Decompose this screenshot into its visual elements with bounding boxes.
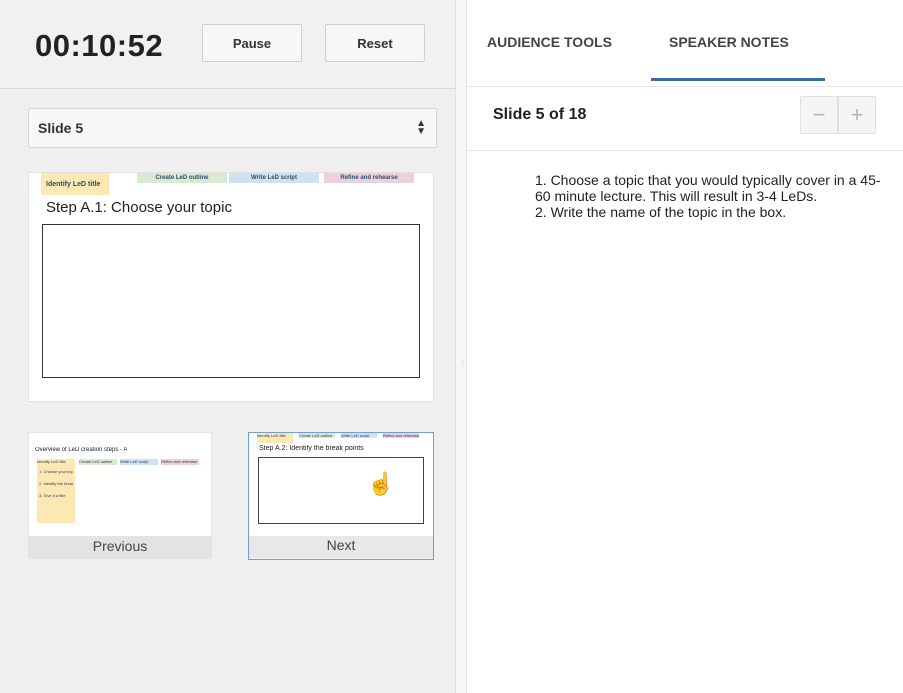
thumb-tag: Write LeD script bbox=[120, 459, 158, 465]
tab-speaker-notes[interactable]: SPEAKER NOTES bbox=[669, 34, 789, 50]
previous-slide-thumbnail[interactable]: Overview of LeD creation steps - A Ident… bbox=[28, 432, 212, 537]
zoom-in-button[interactable]: + bbox=[838, 96, 876, 134]
timer-bar: 00:10:52 Pause Reset bbox=[0, 0, 455, 89]
slide-tag: Create LeD outline bbox=[137, 173, 227, 183]
slide-content-box bbox=[42, 224, 420, 378]
drag-handle-icon: ⋮ bbox=[460, 361, 466, 367]
thumb-tag: Write LeD script bbox=[341, 433, 377, 438]
pause-button[interactable]: Pause bbox=[202, 24, 302, 62]
pane-splitter[interactable]: ⋮ bbox=[455, 0, 467, 693]
thumb-tag: Refine and rehearse bbox=[161, 459, 199, 465]
thumb-tag: Create LeD outline bbox=[299, 433, 335, 438]
slide-select-value: Slide 5 bbox=[38, 120, 84, 136]
reset-button[interactable]: Reset bbox=[325, 24, 425, 62]
presenter-view: 00:10:52 Pause Reset Slide 5 ▲ ▼ Identify… bbox=[0, 0, 903, 693]
thumb-title: Overview of LeD creation steps - A bbox=[35, 447, 128, 453]
thumb-step: Step A.2: Identify the break points bbox=[259, 445, 364, 452]
slide-count: Slide 5 of 18 bbox=[493, 106, 587, 123]
active-tab-indicator bbox=[651, 78, 825, 81]
slide-step-title: Step A.1: Choose your topic bbox=[46, 199, 232, 216]
right-pane: AUDIENCE TOOLS SPEAKER NOTES Slide 5 of … bbox=[467, 0, 903, 693]
thumb-tag: Identify LeD title bbox=[257, 433, 293, 443]
current-slide-preview: Identify LeD title Create LeD outline Wr… bbox=[28, 172, 434, 402]
tab-bar: AUDIENCE TOOLS SPEAKER NOTES bbox=[467, 0, 903, 87]
left-pane: 00:10:52 Pause Reset Slide 5 ▲ ▼ Identify… bbox=[0, 0, 455, 693]
timer-display: 00:10:52 bbox=[35, 28, 164, 63]
thumb-item: 2. Identify the break points bbox=[39, 481, 73, 486]
notes-line: 1. Choose a topic that you would typical… bbox=[535, 172, 881, 204]
thumb-content-box bbox=[258, 457, 424, 524]
thumb-tag: Create LeD outline bbox=[79, 459, 117, 465]
speaker-notes-text: 1. Choose a topic that you would typical… bbox=[535, 172, 891, 220]
next-slide-preview: Identify LeD title Create LeD outline Wr… bbox=[249, 433, 433, 536]
slide-tag: Refine and rehearse bbox=[324, 173, 414, 183]
notes-line: 2. Write the name of the topic in the bo… bbox=[535, 204, 787, 220]
updown-arrow-icon: ▲ ▼ bbox=[416, 118, 426, 137]
slide-tag: Write LeD script bbox=[229, 173, 319, 183]
next-caption[interactable]: Next bbox=[249, 536, 433, 558]
previous-caption[interactable]: Previous bbox=[28, 537, 212, 559]
thumb-tag: Refine and rehearse bbox=[383, 433, 419, 438]
slide-tag: Identify LeD title bbox=[41, 173, 109, 195]
thumb-item: 3. Give it a title bbox=[39, 493, 66, 498]
zoom-out-button[interactable]: − bbox=[800, 96, 838, 134]
slide-select[interactable]: Slide 5 ▲ ▼ bbox=[28, 108, 437, 148]
tab-audience-tools[interactable]: AUDIENCE TOOLS bbox=[487, 34, 612, 50]
thumb-item: 1. Choose your topic bbox=[39, 469, 73, 474]
hand-cursor-icon: ☝ bbox=[367, 471, 395, 496]
